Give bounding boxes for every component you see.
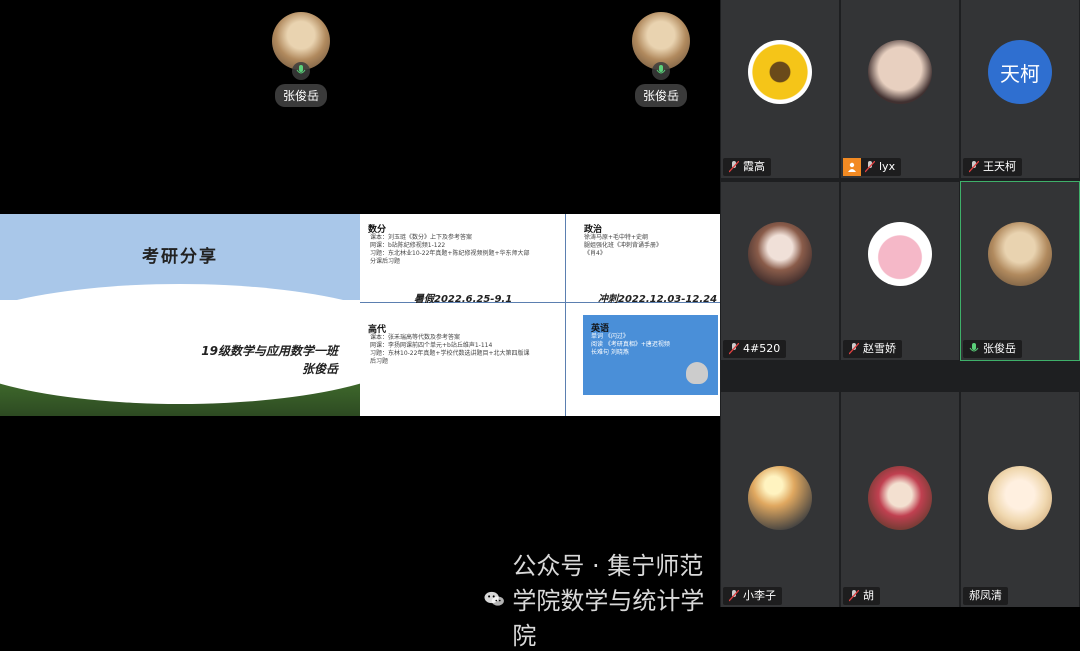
summer-date: 暑假2022.6.25-9.1: [414, 294, 513, 305]
participant-label: 小李子: [723, 587, 782, 605]
participant-name: 霞高: [743, 160, 765, 173]
presenter-tile-2[interactable]: 张俊岳: [616, 12, 706, 107]
algebra-line: 课本：张禾瑞高等代数及参考答案: [370, 334, 461, 341]
math-line: 课本：刘玉琏《数分》上下及参考答案: [370, 234, 473, 241]
text-avatar: 天柯: [988, 40, 1052, 104]
watermark: 公众号 · 集宁师范学院数学与统计学院: [484, 546, 720, 651]
politics-line: 腿姐强化班《冲刺背诵手册》: [584, 242, 663, 249]
participant-tile-active[interactable]: 张俊岳: [960, 181, 1080, 361]
participant-tile[interactable]: 赵雪娇: [841, 182, 959, 360]
pig-avatar: [868, 222, 932, 286]
sunflower-avatar: [748, 40, 812, 104]
face-avatar: [868, 40, 932, 104]
participant-tile[interactable]: lyx: [841, 0, 959, 178]
timeline-vertical: [565, 214, 566, 416]
main-stage: 张俊岳 张俊岳 考研分享 19级数学与应用数学一班 张俊岳 数分 课本：刘玉琏《…: [0, 0, 720, 650]
presenter-name: 张俊岳: [274, 84, 327, 107]
politics-line: 《肖4》: [584, 250, 606, 257]
algebra-line: 后习题: [370, 358, 389, 365]
watermark-text: 公众号 · 集宁师范学院数学与统计学院: [512, 552, 705, 650]
mic-muted-icon: [849, 343, 859, 355]
shared-slide-title: 考研分享 19级数学与应用数学一班 张俊岳: [0, 214, 360, 416]
english-line: 阅读 《考研真相》+唐迟视频: [591, 341, 670, 348]
anime-avatar: [748, 222, 812, 286]
mic-on-icon: [292, 62, 310, 80]
presenter-name: 张俊岳: [634, 84, 687, 107]
participant-label: 4#520: [723, 340, 787, 358]
algebra-line: 网课：李扬网课前四个单元+b站丘维声1-114: [370, 342, 493, 349]
participant-name: 胡: [863, 589, 874, 602]
shared-slide-plan: 数分 课本：刘玉琏《数分》上下及参考答案 网课：b站陈纪修视频1-122 习题：…: [360, 214, 720, 416]
participant-label: 胡: [843, 587, 880, 605]
avatar-text: 天柯: [1000, 61, 1040, 86]
participant-label: 郝凤清: [963, 587, 1008, 605]
anime-girl-avatar: [988, 466, 1052, 530]
algebra-line: 习题：东林10-22年真题+学校代数选讲题目+北大第四版课: [370, 350, 530, 357]
presenter-tile-1[interactable]: 张俊岳: [256, 12, 346, 107]
math-block: 课本：刘玉琏《数分》上下及参考答案 网课：b站陈纪修视频1-122 习题：东北林…: [370, 234, 530, 266]
mic-on-icon: [652, 62, 670, 80]
participant-tile[interactable]: 天柯 王天柯: [961, 0, 1079, 178]
participant-label: 霞高: [723, 158, 771, 176]
politics-block: 徐涛马原+毛中特+史纲 腿姐强化班《冲刺背诵手册》 《肖4》: [584, 234, 662, 258]
participant-name: 王天柯: [983, 160, 1016, 173]
participant-name: 4#520: [743, 342, 781, 355]
cat-sticker-icon: [686, 362, 708, 384]
english-line: 单词 《闪过》: [591, 333, 629, 340]
wechat-icon: [484, 591, 504, 606]
mic-muted-icon: [729, 161, 739, 173]
participant-name: 郝凤清: [969, 589, 1002, 602]
participant-name: 张俊岳: [983, 342, 1016, 355]
participant-name: lyx: [879, 160, 896, 173]
sprint-date: 冲刺2022.12.03-12.24: [598, 294, 718, 305]
participant-label: lyx: [843, 158, 902, 176]
politics-line: 徐涛马原+毛中特+史纲: [584, 234, 649, 241]
opera-avatar: [868, 466, 932, 530]
participant-name: 小李子: [743, 589, 776, 602]
speaker-line: 张俊岳: [301, 362, 338, 376]
participant-label: 张俊岳: [963, 340, 1022, 358]
english-line: 长难句 刘晓燕: [591, 349, 629, 356]
mic-muted-icon: [865, 161, 875, 173]
slide-title: 考研分享: [142, 247, 218, 267]
participant-tile[interactable]: 霞高: [721, 0, 839, 178]
mic-muted-icon: [729, 590, 739, 602]
participant-tile[interactable]: 胡: [841, 392, 959, 607]
mic-muted-icon: [849, 590, 859, 602]
algebra-block: 课本：张禾瑞高等代数及参考答案 网课：李扬网课前四个单元+b站丘维声1-114 …: [370, 334, 530, 366]
mic-on-icon: [969, 343, 979, 352]
participant-tile[interactable]: 郝凤清: [961, 392, 1079, 607]
mic-muted-icon: [729, 343, 739, 355]
math-line: 分课后习题: [370, 258, 401, 265]
participant-name: 赵雪娇: [863, 342, 896, 355]
user-icon: [843, 158, 861, 176]
slide-subtitle: 19级数学与应用数学一班 张俊岳: [201, 342, 338, 378]
sunset-avatar: [748, 466, 812, 530]
participant-tile[interactable]: 小李子: [721, 392, 839, 607]
math-line: 网课：b站陈纪修视频1-122: [370, 242, 446, 249]
math-line: 习题：东北林业10-22年真题+陈纪修视频例题+华东师大部: [370, 250, 530, 257]
class-line: 19级数学与应用数学一班: [201, 344, 338, 358]
participant-label: 赵雪娇: [843, 340, 902, 358]
dog-avatar: [988, 222, 1052, 286]
english-block: 单词 《闪过》 阅读 《考研真相》+唐迟视频 长难句 刘晓燕: [591, 333, 670, 357]
participant-grid: 霞高 lyx 天柯 王天柯 4#520 赵雪娇 张俊岳 小李子 胡 郝凤清: [720, 0, 1080, 607]
participant-label: 王天柯: [963, 158, 1022, 176]
mic-muted-icon: [969, 161, 979, 173]
participant-tile[interactable]: 4#520: [721, 182, 839, 360]
